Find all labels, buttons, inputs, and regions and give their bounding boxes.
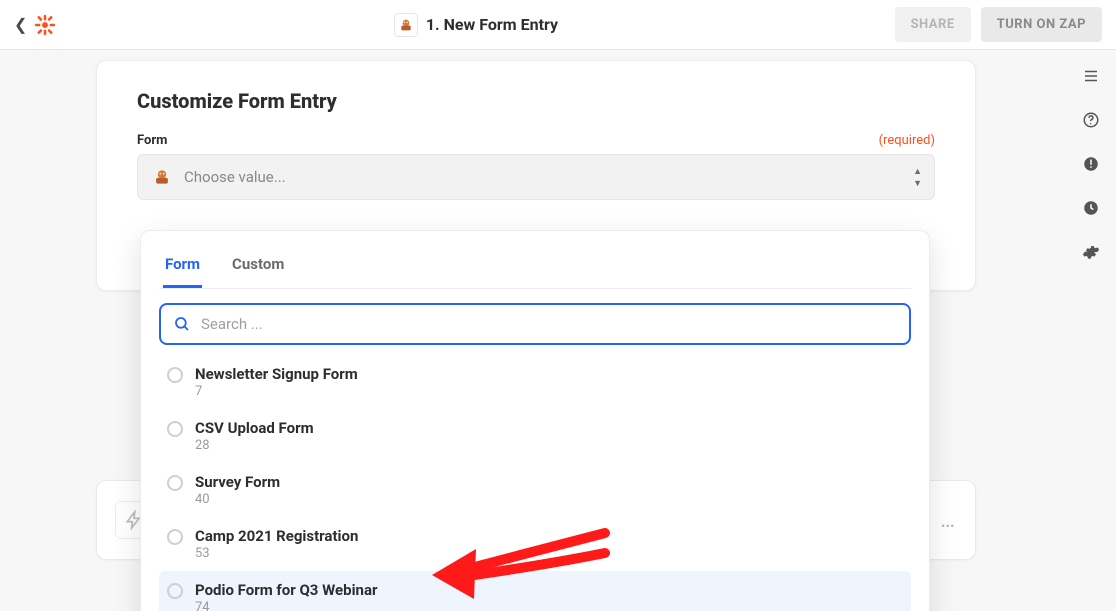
select-placeholder: Choose value... bbox=[184, 168, 286, 186]
required-badge: (required) bbox=[879, 133, 935, 148]
radio-icon bbox=[167, 421, 183, 437]
trigger-app-icon bbox=[394, 13, 418, 37]
tab-form[interactable]: Form bbox=[163, 249, 202, 288]
form-dropdown-popover: Form Custom Newsletter Signup Form7CSV U… bbox=[140, 230, 930, 611]
dropdown-options-list: Newsletter Signup Form7CSV Upload Form28… bbox=[159, 355, 911, 611]
dropdown-tabs: Form Custom bbox=[159, 245, 911, 289]
radio-icon bbox=[167, 367, 183, 383]
right-rail bbox=[1076, 62, 1106, 266]
option-name: Camp 2021 Registration bbox=[195, 527, 358, 545]
editor-canvas: ? … Customize Form Entry Form (required)… bbox=[0, 50, 1116, 611]
form-option[interactable]: Newsletter Signup Form7 bbox=[159, 355, 911, 409]
form-option[interactable]: Camp 2021 Registration53 bbox=[159, 517, 911, 571]
back-chevron-icon[interactable]: ❮ bbox=[14, 17, 27, 33]
more-icon[interactable]: … bbox=[940, 508, 957, 533]
radio-icon bbox=[167, 475, 183, 491]
option-id: 53 bbox=[195, 546, 358, 561]
turn-on-zap-button[interactable]: TURN ON ZAP bbox=[981, 7, 1102, 42]
form-option[interactable]: Survey Form40 bbox=[159, 463, 911, 517]
zapier-logo-icon[interactable] bbox=[33, 13, 57, 37]
alert-icon[interactable] bbox=[1077, 150, 1105, 178]
dropdown-search[interactable] bbox=[159, 303, 911, 345]
option-id: 74 bbox=[195, 600, 377, 611]
form-option[interactable]: CSV Upload Form28 bbox=[159, 409, 911, 463]
trigger-app-icon bbox=[150, 165, 174, 189]
help-icon[interactable] bbox=[1077, 106, 1105, 134]
settings-icon[interactable] bbox=[1077, 238, 1105, 266]
form-field-label: Form bbox=[137, 133, 167, 148]
top-bar: ❮ 1. New Form Entry SHARE TURN ON ZAP bbox=[0, 0, 1116, 50]
option-id: 7 bbox=[195, 384, 358, 399]
option-name: Podio Form for Q3 Webinar bbox=[195, 581, 377, 599]
form-option[interactable]: Podio Form for Q3 Webinar74 bbox=[159, 571, 911, 611]
topbar-step-indicator: 1. New Form Entry bbox=[67, 13, 884, 37]
menu-icon[interactable] bbox=[1077, 62, 1105, 90]
option-id: 28 bbox=[195, 438, 314, 453]
step-title: 1. New Form Entry bbox=[426, 15, 558, 34]
radio-icon bbox=[167, 529, 183, 545]
share-button[interactable]: SHARE bbox=[895, 7, 971, 42]
option-name: Survey Form bbox=[195, 473, 280, 491]
search-input[interactable] bbox=[201, 315, 897, 333]
radio-icon bbox=[167, 583, 183, 599]
option-id: 40 bbox=[195, 492, 280, 507]
search-icon bbox=[173, 315, 191, 333]
clock-icon[interactable] bbox=[1077, 194, 1105, 222]
option-name: Newsletter Signup Form bbox=[195, 365, 358, 383]
form-select[interactable]: Choose value... ▲▼ bbox=[137, 154, 935, 200]
tab-custom[interactable]: Custom bbox=[230, 249, 286, 288]
option-name: CSV Upload Form bbox=[195, 419, 314, 437]
editor-heading: Customize Form Entry bbox=[137, 89, 935, 113]
sort-caret-icon: ▲▼ bbox=[913, 166, 922, 189]
